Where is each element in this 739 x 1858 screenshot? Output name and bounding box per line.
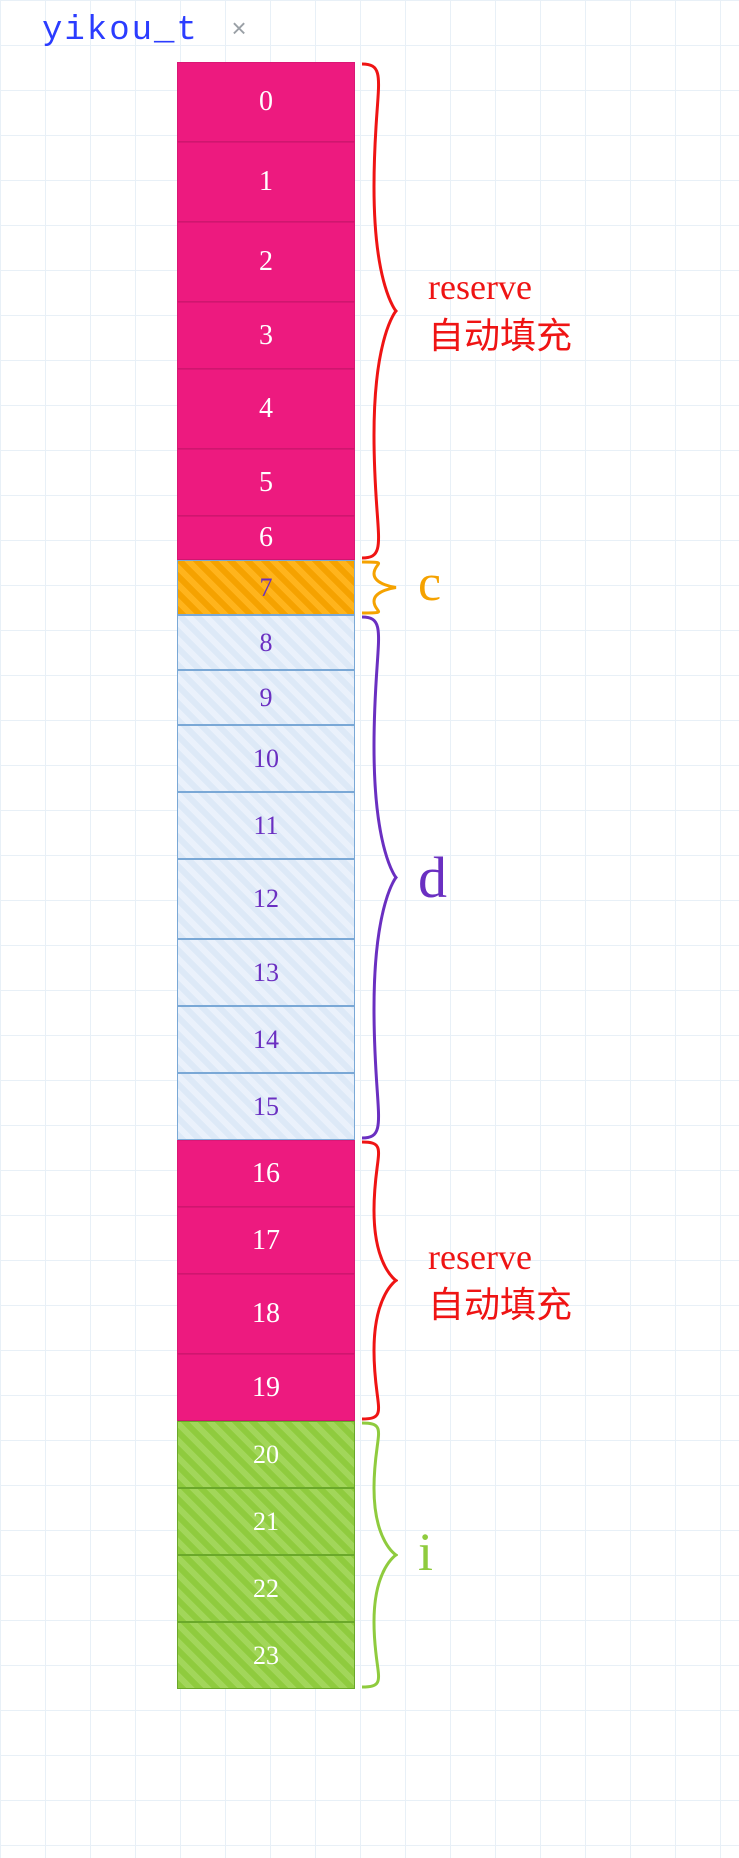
byte-cell: 8: [177, 615, 355, 670]
byte-cell: 4: [177, 369, 355, 449]
byte-cell: 9: [177, 670, 355, 725]
byte-cell: 7: [177, 560, 355, 615]
brace-reserve2: [358, 1140, 418, 1421]
segment-label-reserve2: reserve自动填充: [428, 1233, 572, 1330]
byte-cell: 15: [177, 1073, 355, 1140]
byte-cell: 14: [177, 1006, 355, 1073]
byte-cell: 19: [177, 1354, 355, 1421]
byte-cell: 12: [177, 859, 355, 939]
byte-cell: 13: [177, 939, 355, 1006]
brace-i: [358, 1421, 418, 1689]
byte-cell: 2: [177, 222, 355, 302]
memory-layout-stack: 01234567891011121314151617181920212223: [177, 62, 355, 1689]
byte-cell: 21: [177, 1488, 355, 1555]
struct-title: yikou_t ×: [42, 12, 249, 50]
byte-cell: 0: [177, 62, 355, 142]
byte-cell: 16: [177, 1140, 355, 1207]
segment-label-i: i: [418, 1521, 433, 1583]
byte-cell: 22: [177, 1555, 355, 1622]
byte-cell: 18: [177, 1274, 355, 1354]
byte-cell: 17: [177, 1207, 355, 1274]
title-text: yikou_t: [42, 12, 199, 50]
byte-cell: 1: [177, 142, 355, 222]
segment-label-reserve1: reserve自动填充: [428, 263, 572, 360]
brace-c: [358, 560, 418, 615]
brace-d: [358, 615, 418, 1140]
byte-cell: 20: [177, 1421, 355, 1488]
byte-cell: 5: [177, 449, 355, 516]
segment-label-d: d: [418, 844, 447, 911]
brace-reserve1: [358, 62, 418, 560]
close-icon[interactable]: ×: [231, 15, 249, 45]
byte-cell: 3: [177, 302, 355, 369]
byte-cell: 11: [177, 792, 355, 859]
segment-label-c: c: [418, 554, 441, 613]
byte-cell: 10: [177, 725, 355, 792]
byte-cell: 23: [177, 1622, 355, 1689]
byte-cell: 6: [177, 516, 355, 560]
